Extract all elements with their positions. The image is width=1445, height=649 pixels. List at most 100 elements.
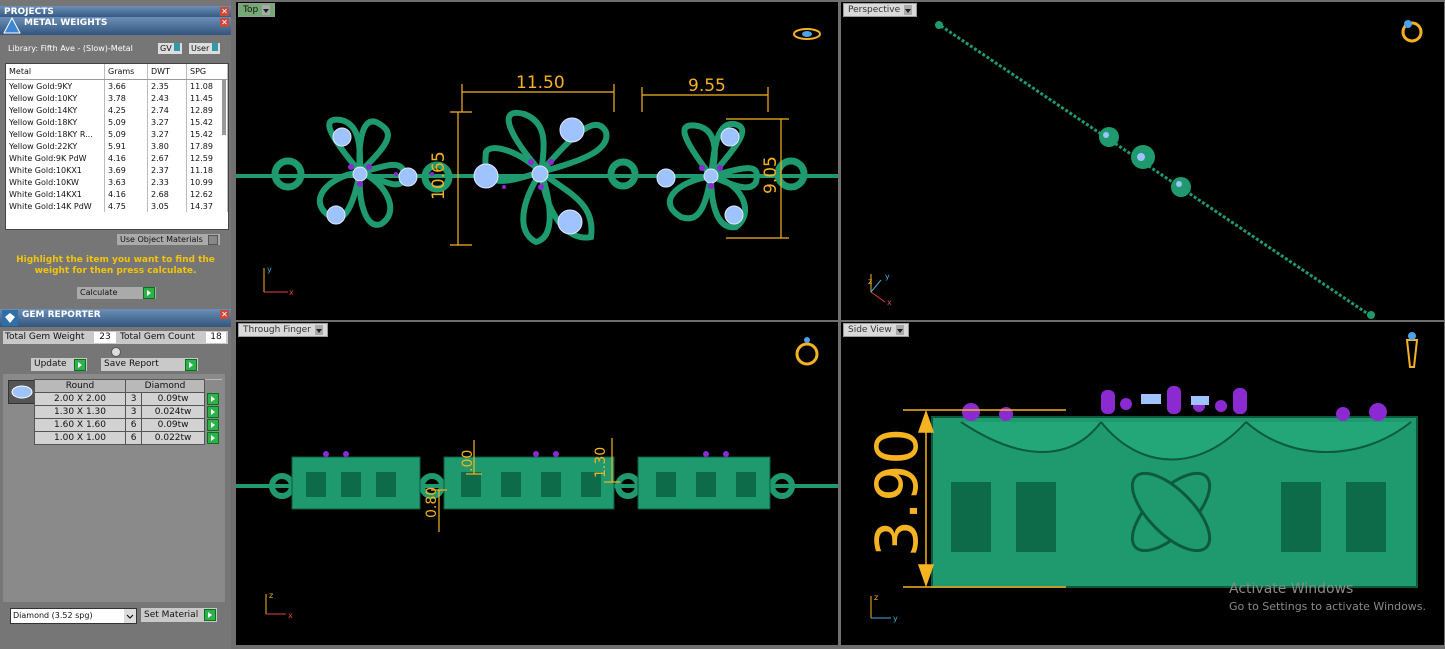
table-cell: 2.37 <box>147 164 187 176</box>
ring-view-icon[interactable] <box>793 28 821 40</box>
column-header[interactable]: SPG <box>186 64 228 80</box>
save-report-button[interactable]: Save Report <box>101 358 198 371</box>
gem-reporter-title: GEM REPORTER <box>22 310 101 320</box>
play-icon <box>185 359 197 371</box>
gem-cell: 6 <box>124 418 143 432</box>
play-icon <box>143 287 155 299</box>
play-icon[interactable] <box>207 406 219 418</box>
table-cell: White Gold:14K PdW <box>6 200 105 212</box>
table-cell: Yellow Gold:22KY <box>6 140 105 152</box>
play-icon[interactable] <box>207 432 220 444</box>
splitter-handle[interactable] <box>111 347 121 357</box>
use-object-materials-checkbox[interactable]: Use Object Materials <box>117 234 220 245</box>
table-cell: 14.37 <box>186 200 228 212</box>
table-cell: 5.91 <box>104 140 148 152</box>
table-cell: 17.89 <box>186 140 228 152</box>
svg-text:y: y <box>893 614 898 623</box>
dimension-height-2: 9.05 <box>761 156 781 194</box>
dimension-2: 1.30 <box>593 447 609 478</box>
table-cell: 3.27 <box>147 116 187 128</box>
update-button[interactable]: Update <box>31 358 87 371</box>
table-row[interactable]: Yellow Gold:18KY R... 5.09 3.27 15.42 <box>6 128 228 140</box>
close-icon[interactable]: ✕ <box>220 310 229 319</box>
column-header[interactable]: Metal <box>6 64 105 80</box>
total-gem-count: Total Gem Count 18 <box>118 331 228 344</box>
calculate-button[interactable]: Calculate <box>77 287 156 299</box>
table-cell: 12.59 <box>186 152 228 164</box>
viewport-perspective[interactable]: Perspective zyx <box>841 2 1444 320</box>
round-gem-thumbnail[interactable] <box>8 380 36 404</box>
table-row[interactable]: White Gold:14KX1 4.16 2.68 12.62 <box>6 188 228 200</box>
table-row[interactable]: Yellow Gold:18KY 5.09 3.27 15.42 <box>6 116 228 128</box>
play-icon[interactable] <box>207 393 219 405</box>
gem-cell: 6 <box>124 431 143 445</box>
table-row[interactable]: White Gold:9K PdW 4.16 2.67 12.59 <box>6 152 228 164</box>
column-header[interactable]: DWT <box>147 64 187 80</box>
metal-table[interactable]: Metal Grams DWT SPG Yellow Gold:9KY 3.66 2… <box>5 63 229 230</box>
set-material-button[interactable]: Set Material <box>141 608 217 622</box>
left-panel: PROJECTS ✕ METAL WEIGHTS ✕ Library: Fift… <box>0 0 231 649</box>
dimension-height: 3.90 <box>863 428 931 557</box>
table-cell: Yellow Gold:14KY <box>6 104 105 116</box>
gv-toggle[interactable]: GV <box>158 43 183 54</box>
table-cell: 10.99 <box>186 176 228 188</box>
table-row[interactable]: Yellow Gold:10KY 3.78 2.43 11.45 <box>6 92 228 104</box>
play-icon <box>204 609 216 621</box>
material-select[interactable]: Diamond (3.52 spg) <box>10 608 137 624</box>
gem-column-header: Round <box>34 379 126 393</box>
gem-cell: 0.09tw <box>141 418 205 432</box>
gem-cell: 0.024tw <box>141 405 205 419</box>
column-header[interactable]: Grams <box>104 64 148 80</box>
gem-row[interactable]: 2.00 X 2.00 3 0.09tw <box>34 392 222 406</box>
through-finger-canvas: .00 1.30 0.80 zx <box>236 337 838 620</box>
gem-cell: 1.30 X 1.30 <box>34 405 126 419</box>
table-cell: White Gold:10KX1 <box>6 164 105 176</box>
ring-view-icon[interactable] <box>1405 332 1419 368</box>
close-icon[interactable]: ✕ <box>220 7 229 16</box>
table-cell: White Gold:14KX1 <box>6 188 105 200</box>
table-cell: White Gold:9K PdW <box>6 152 105 164</box>
ring-view-icon[interactable] <box>1401 20 1423 43</box>
gem-reporter-header[interactable]: GEM REPORTER ✕ <box>0 309 231 327</box>
table-cell: Yellow Gold:18KY <box>6 116 105 128</box>
dimension-width-1: 11.50 <box>516 73 565 93</box>
table-cell: 5.09 <box>104 128 148 140</box>
gem-row[interactable]: 1.00 X 1.00 6 0.022tw <box>34 431 222 445</box>
svg-text:z: z <box>269 591 273 600</box>
table-row[interactable]: Yellow Gold:22KY 5.91 3.80 17.89 <box>6 140 228 152</box>
scrollbar[interactable] <box>222 80 226 135</box>
metal-weights-header[interactable]: METAL WEIGHTS ✕ <box>0 16 231 35</box>
table-cell: 3.63 <box>104 176 148 188</box>
gem-list: Round Diamond 2.00 X 2.00 3 0.09tw 1.30 X 1… <box>3 374 225 602</box>
svg-text:x: x <box>288 611 293 620</box>
viewport-through-finger[interactable]: Through Finger .00 1.30 0.80 zx <box>236 322 838 645</box>
table-row[interactable]: White Gold:14K PdW 4.75 3.05 14.37 <box>6 200 228 212</box>
gem-cell: 3 <box>124 405 143 419</box>
table-row[interactable]: Yellow Gold:14KY 4.25 2.74 12.89 <box>6 104 228 116</box>
gem-row[interactable]: 1.30 X 1.30 3 0.024tw <box>34 405 222 419</box>
table-cell: 4.75 <box>104 200 148 212</box>
viewport-top[interactable]: Top 11.50 9.55 10.65 9.05 y x <box>236 2 838 320</box>
viewport-side-view[interactable]: Side View 3.90 zy Activate Windows Go to… <box>841 322 1444 645</box>
metal-weights-title: METAL WEIGHTS <box>24 18 108 28</box>
total-gem-weight: Total Gem Weight 23 <box>3 331 118 344</box>
user-toggle[interactable]: User <box>189 43 220 54</box>
table-cell: 3.78 <box>104 92 148 104</box>
close-icon[interactable]: ✕ <box>220 18 229 27</box>
svg-text:z: z <box>868 277 872 286</box>
table-row[interactable]: White Gold:10KW 3.63 2.33 10.99 <box>6 176 228 188</box>
ring-view-icon[interactable] <box>795 337 819 366</box>
dimension-height-1: 10.65 <box>429 151 449 200</box>
table-cell: Yellow Gold:18KY R... <box>6 128 105 140</box>
gem-row[interactable]: 1.60 X 1.60 6 0.09tw <box>34 418 222 432</box>
table-cell: 2.35 <box>147 79 187 92</box>
table-row[interactable]: Yellow Gold:9KY 3.66 2.35 11.08 <box>6 79 228 92</box>
table-row[interactable]: White Gold:10KX1 3.69 2.37 11.18 <box>6 164 228 176</box>
table-cell: 2.33 <box>147 176 187 188</box>
svg-text:y: y <box>267 265 272 274</box>
svg-text:x: x <box>289 288 294 297</box>
svg-text:y: y <box>885 272 890 281</box>
table-cell: 4.16 <box>104 152 148 164</box>
play-icon[interactable] <box>207 419 219 431</box>
watermark-title: Activate Windows <box>1229 581 1354 597</box>
